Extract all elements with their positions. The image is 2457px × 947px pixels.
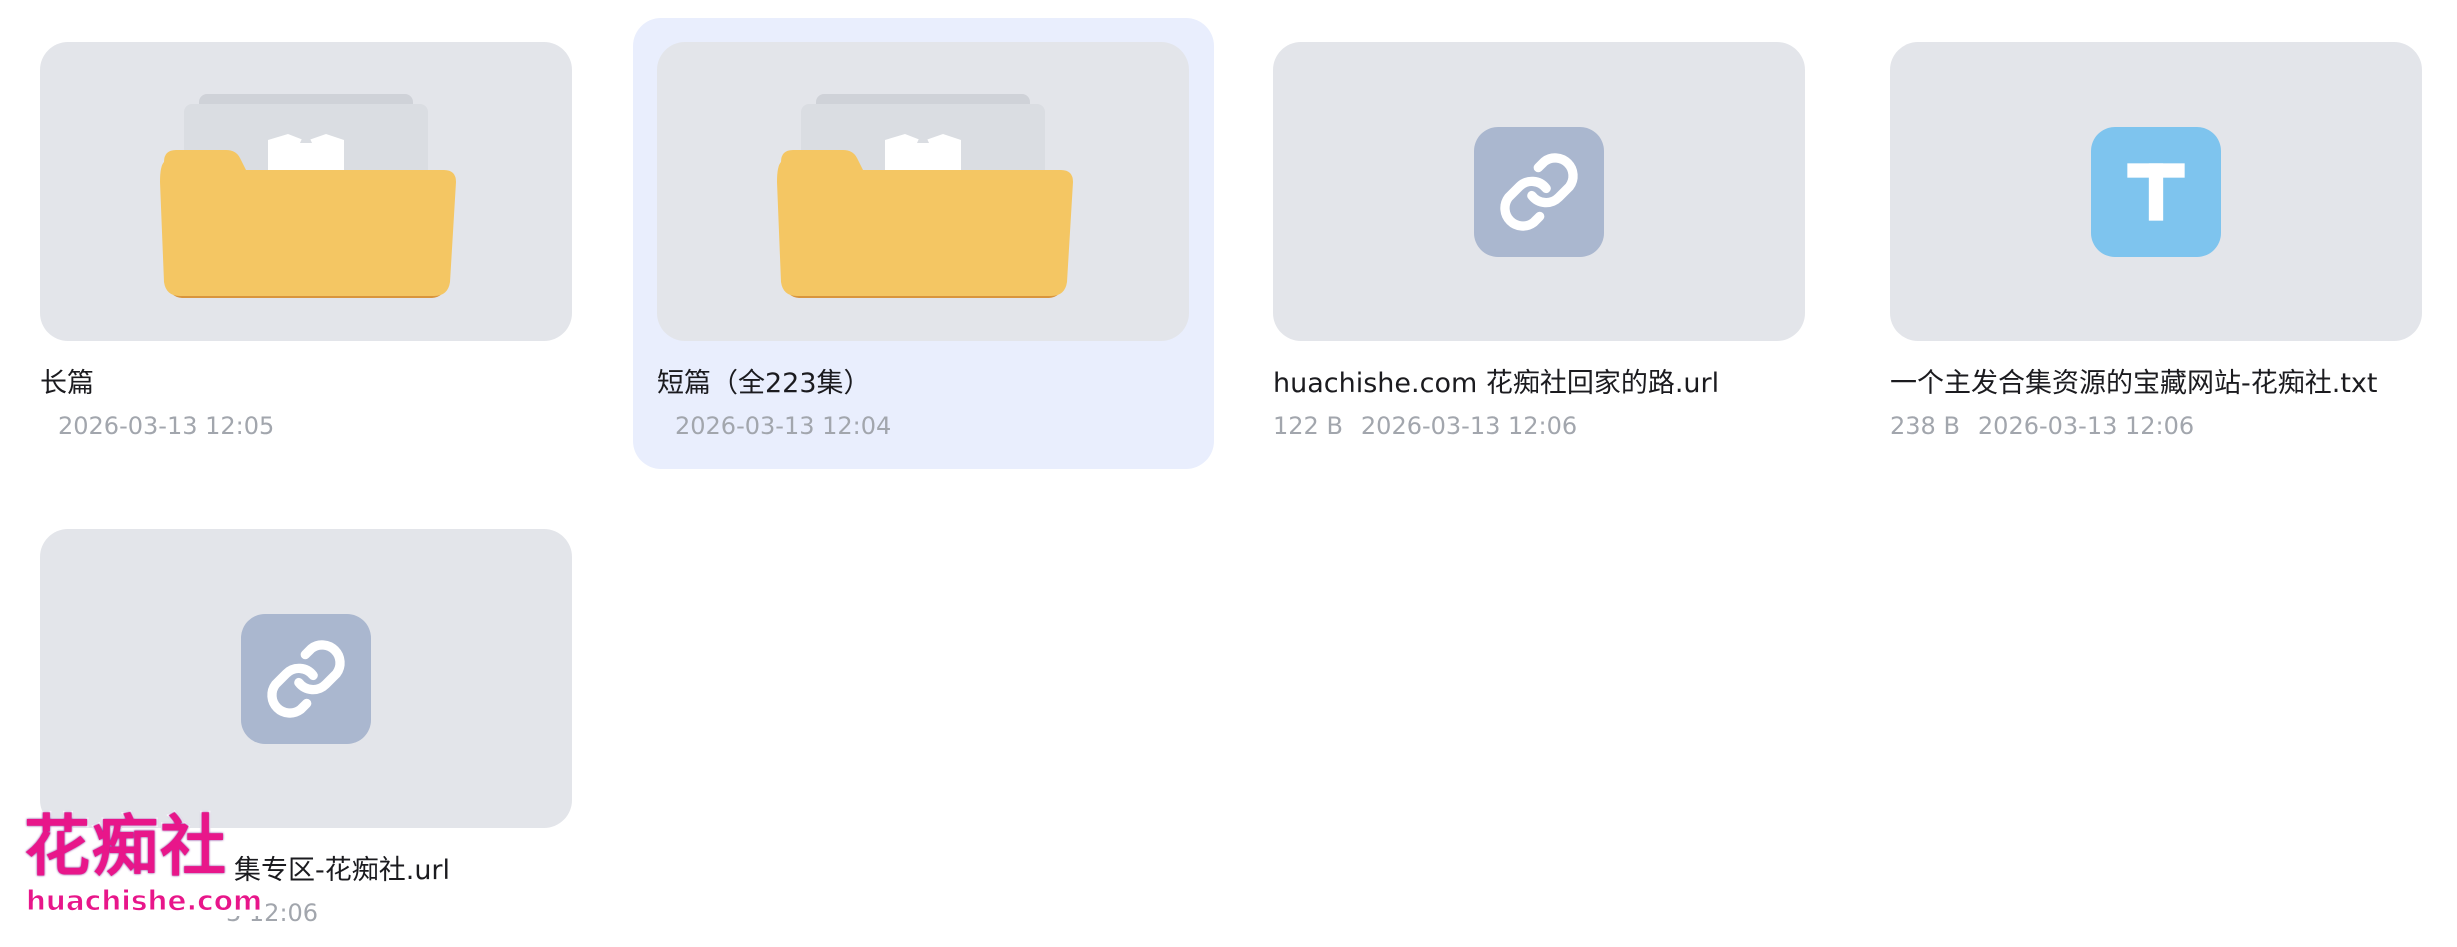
file-name[interactable]: 短篇（全223集） [657, 366, 1189, 402]
file-thumbnail[interactable] [40, 529, 572, 828]
file-card-folder-long[interactable]: 长篇 2026-03-13 12:05 [40, 42, 572, 442]
file-meta: 122 B 2026-03-13 12:06 [1273, 410, 1805, 442]
file-card-txt[interactable]: 一个主发合集资源的宝藏网站-花痴社.txt 238 B 2026-03-13 12… [1890, 42, 2422, 442]
file-grid: 长篇 2026-03-13 12:05 短篇（全223集） 2026-03-13… [0, 0, 2457, 947]
folder-icon [777, 94, 1073, 298]
file-card-url[interactable]: huachishe.com 花痴社回家的路.url 122 B 2026-03-1… [1273, 42, 1805, 442]
folder-icon [160, 94, 456, 298]
link-icon [1474, 126, 1604, 257]
watermark-logo: 花痴社 huachishe.com [23, 807, 265, 928]
file-meta: 238 B 2026-03-13 12:06 [1890, 410, 2422, 442]
file-meta: 2026-03-13 12:05 [40, 410, 572, 442]
file-name[interactable]: huachishe.com 花痴社回家的路.url [1273, 366, 1805, 402]
file-name[interactable]: 一个主发合集资源的宝藏网站-花痴社.txt [1890, 366, 2422, 402]
file-thumbnail[interactable] [40, 42, 572, 341]
file-thumbnail[interactable] [1890, 42, 2422, 341]
file-size: 122 B [1273, 412, 1343, 440]
file-meta: 2026-03-13 12:04 [657, 410, 1189, 442]
link-icon [241, 613, 371, 744]
file-size: 238 B [1890, 412, 1960, 440]
file-name[interactable]: 长篇 [40, 366, 572, 402]
text-file-icon [2091, 126, 2221, 257]
file-card-folder-short[interactable]: 短篇（全223集） 2026-03-13 12:04 [657, 42, 1189, 442]
file-date: 2026-03-13 12:04 [675, 412, 892, 440]
file-thumbnail[interactable] [657, 42, 1189, 341]
file-date: 2026-03-13 12:06 [1360, 412, 1578, 440]
file-thumbnail[interactable] [1273, 42, 1805, 341]
file-date: 2026-03-13 12:05 [58, 412, 275, 440]
file-date: 2026-03-13 12:06 [1977, 412, 2195, 440]
watermark-url-text: huachishe.com [24, 884, 265, 917]
watermark-logo-text: 花痴社 [23, 807, 228, 887]
